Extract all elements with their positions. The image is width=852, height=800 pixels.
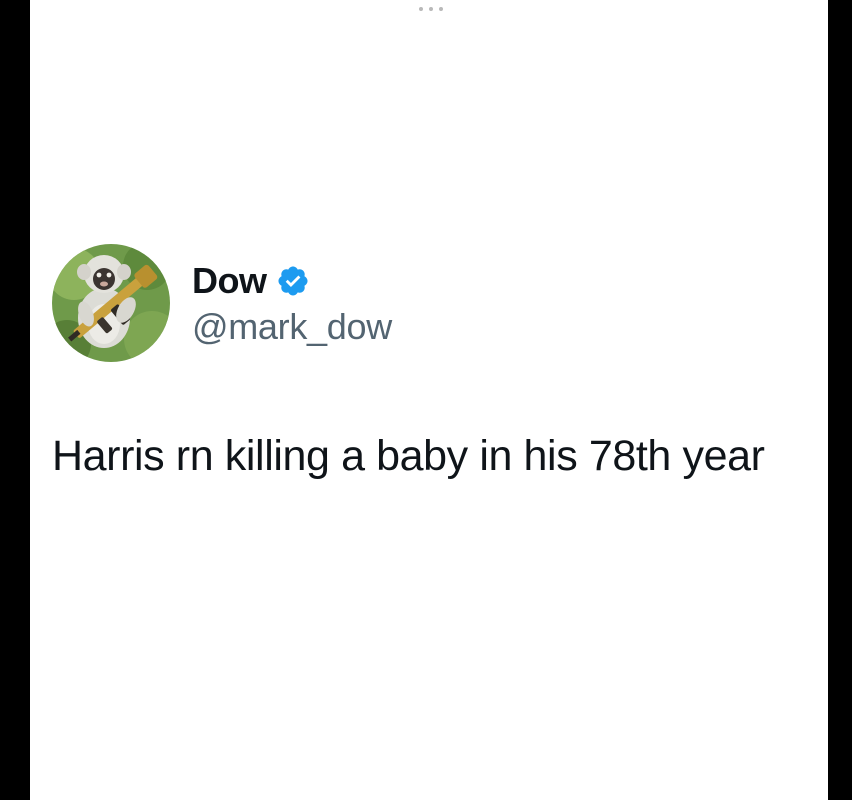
avatar[interactable] — [52, 244, 170, 362]
verified-badge-icon — [276, 264, 310, 298]
dot — [419, 7, 423, 11]
dot — [429, 7, 433, 11]
tweet-text: Harris rn killing a baby in his 78th yea… — [52, 432, 765, 480]
tweet-card: Dow @mark_dow Harris rn killing a baby i… — [30, 0, 828, 800]
author-display-name[interactable]: Dow — [192, 260, 267, 302]
author-handle[interactable]: @mark_dow — [192, 306, 392, 348]
monkey-with-rifle-avatar — [52, 244, 170, 362]
dot — [439, 7, 443, 11]
more-dots-icon[interactable] — [419, 4, 443, 14]
author-name-row: Dow — [192, 256, 310, 306]
